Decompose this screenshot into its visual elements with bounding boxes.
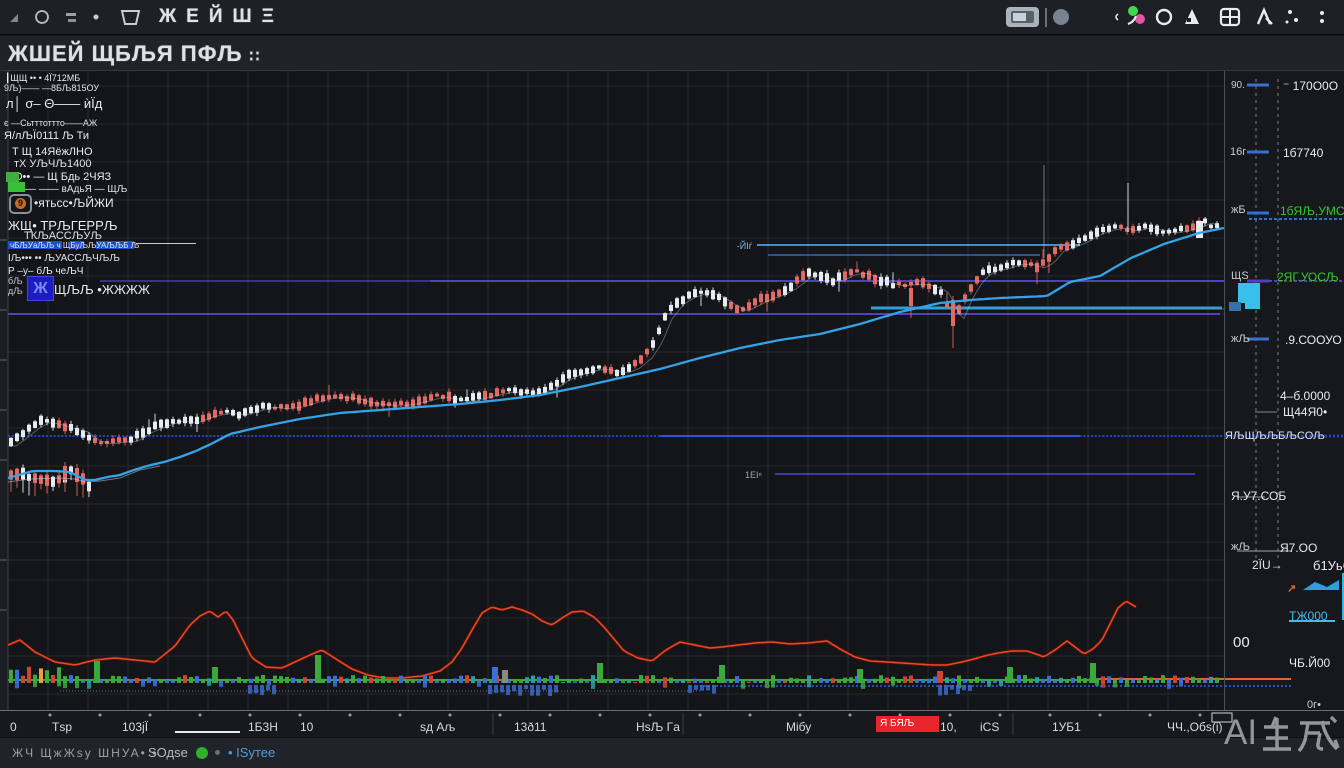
svg-text:1ΕΙⁿ: 1ΕΙⁿ [745, 470, 762, 480]
svg-text:-ЙІѓ: -ЙІѓ [737, 240, 753, 251]
